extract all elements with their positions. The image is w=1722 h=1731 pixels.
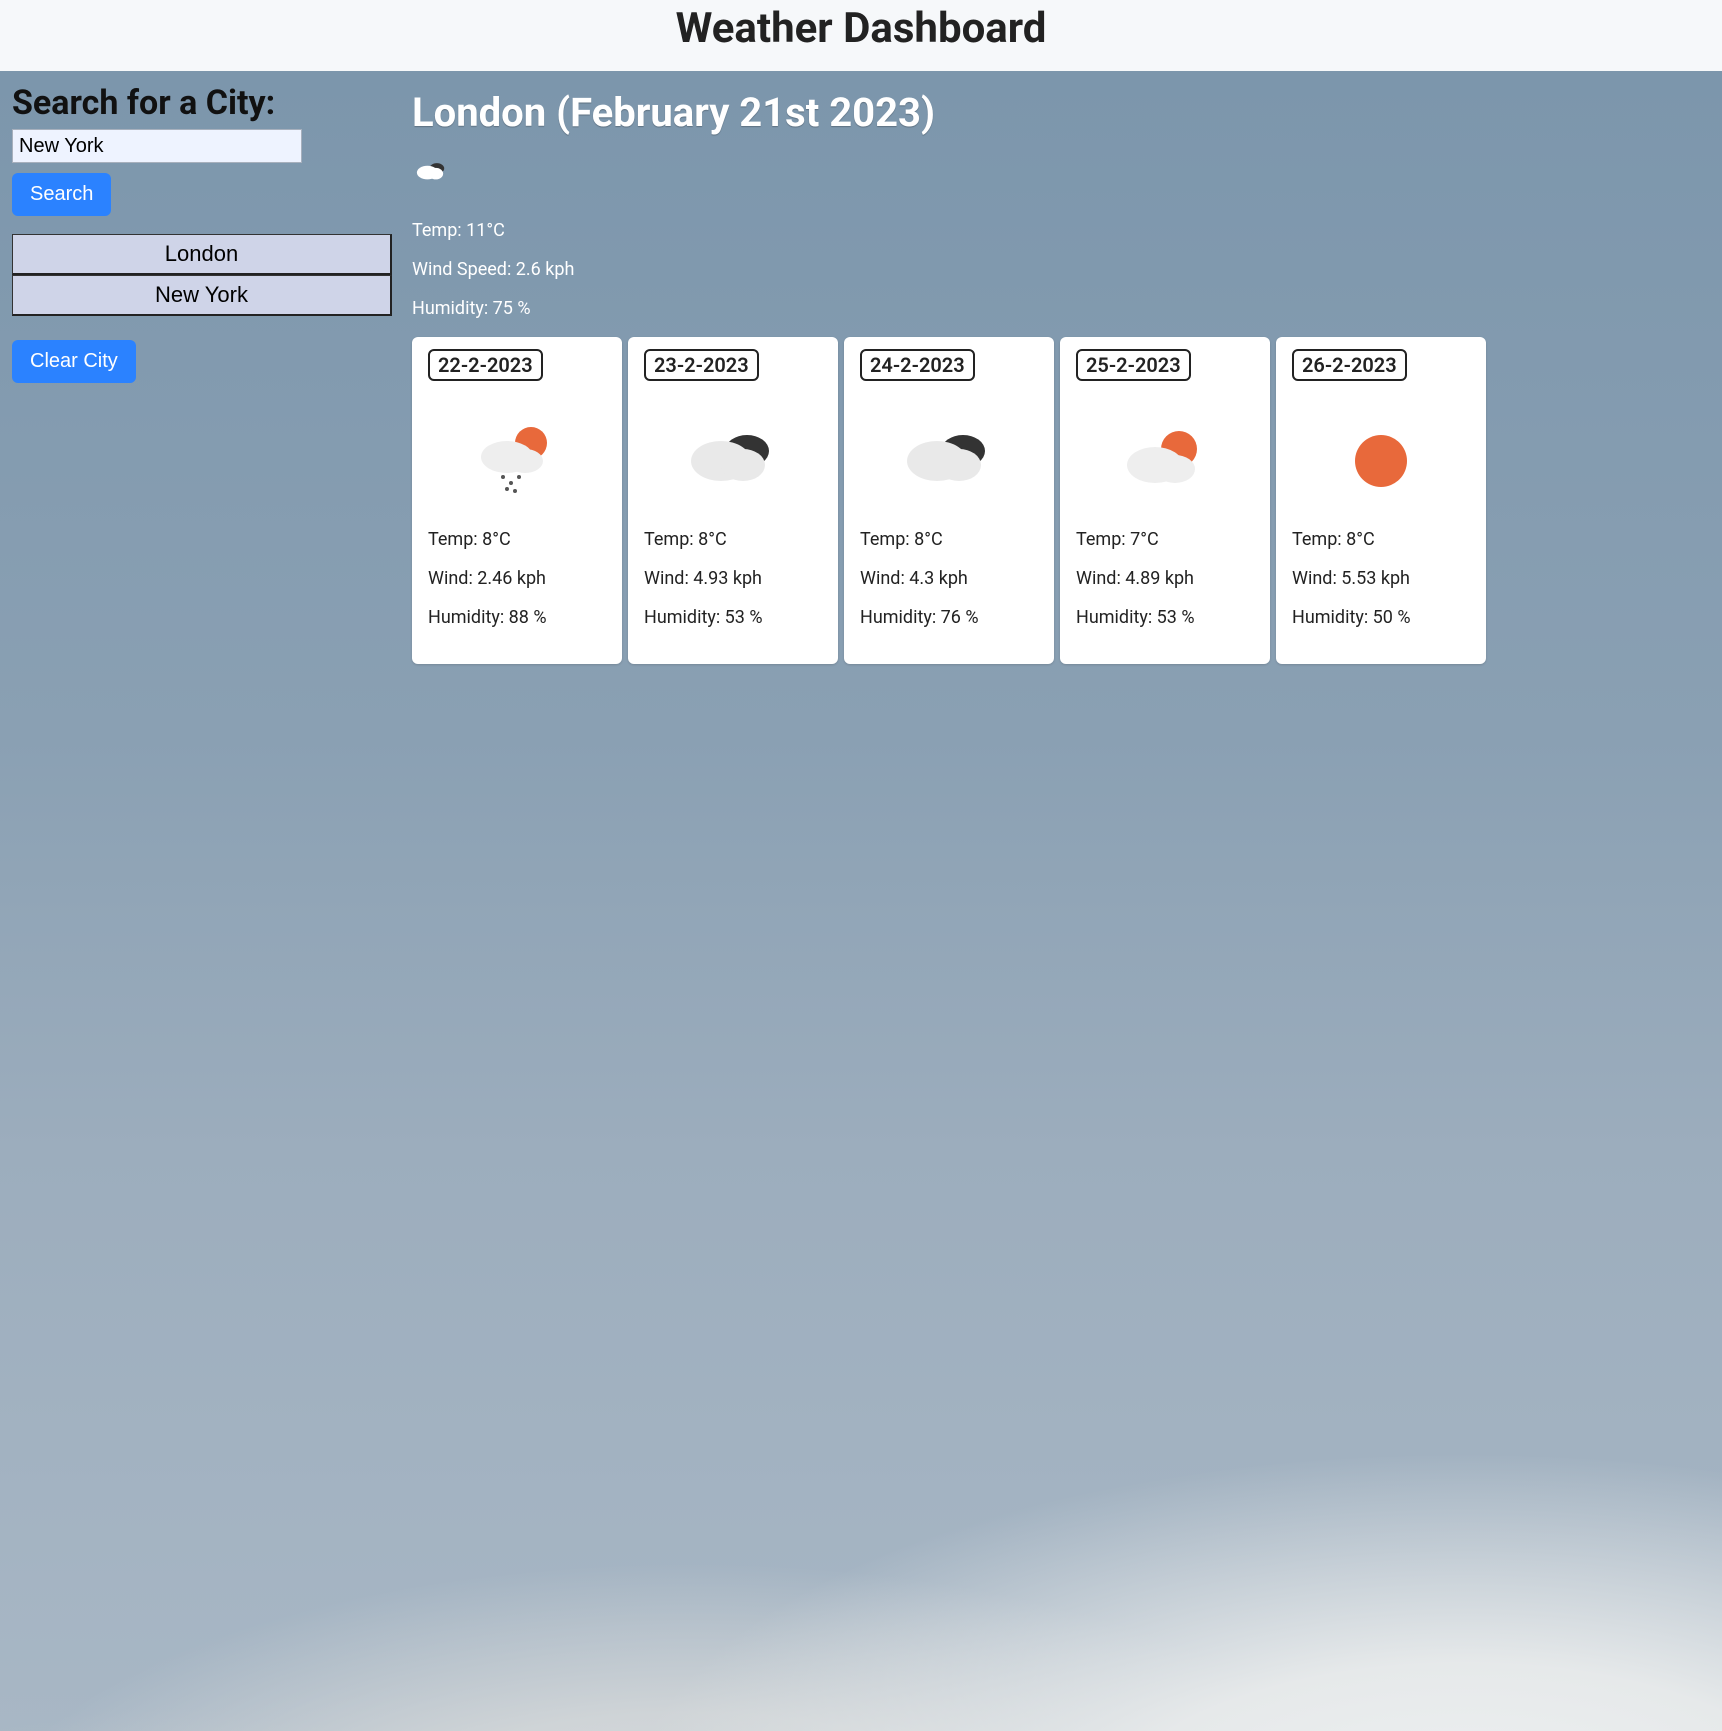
current-temp: Temp: 11°C xyxy=(412,220,1710,241)
current-title: London (February 21st 2023) xyxy=(412,89,1710,136)
city-search-input[interactable] xyxy=(12,129,302,163)
sunny-icon xyxy=(1333,421,1429,501)
forecast-wind: Wind: 4.93 kph xyxy=(644,568,822,589)
sidebar: Search for a City: Search London New Yor… xyxy=(12,83,392,664)
forecast-card: 22-2-2023 Temp: 8°C Wind: 2.46 kph Humid… xyxy=(412,337,622,664)
partly-icon xyxy=(1117,421,1213,501)
search-button[interactable]: Search xyxy=(12,173,111,216)
forecast-temp: Temp: 8°C xyxy=(644,529,822,550)
forecast-card: 23-2-2023 Temp: 8°C Wind: 4.93 kph Humid… xyxy=(628,337,838,664)
forecast-date: 23-2-2023 xyxy=(644,349,759,381)
forecast-wind: Wind: 4.89 kph xyxy=(1076,568,1254,589)
current-wind: Wind Speed: 2.6 kph xyxy=(412,259,1710,280)
app-header: Weather Dashboard xyxy=(0,0,1722,71)
forecast-temp: Temp: 8°C xyxy=(428,529,606,550)
forecast-wind: Wind: 2.46 kph xyxy=(428,568,606,589)
search-history: London New York xyxy=(12,234,392,316)
search-heading: Search for a City: xyxy=(12,83,392,123)
forecast-wind: Wind: 4.3 kph xyxy=(860,568,1038,589)
forecast-humidity: Humidity: 53 % xyxy=(1076,607,1254,628)
clear-history-button[interactable]: Clear City xyxy=(12,340,136,383)
forecast-date: 24-2-2023 xyxy=(860,349,975,381)
forecast-humidity: Humidity: 53 % xyxy=(644,607,822,628)
clouds-icon xyxy=(901,421,997,501)
forecast-wind: Wind: 5.53 kph xyxy=(1292,568,1470,589)
history-city[interactable]: London xyxy=(12,234,392,275)
sun-snow-icon xyxy=(469,421,565,501)
forecast-temp: Temp: 8°C xyxy=(1292,529,1470,550)
content: Search for a City: Search London New Yor… xyxy=(0,71,1722,1731)
forecast-date: 26-2-2023 xyxy=(1292,349,1407,381)
forecast-card: 26-2-2023 Temp: 8°C Wind: 5.53 kph Humid… xyxy=(1276,337,1486,664)
forecast-temp: Temp: 8°C xyxy=(860,529,1038,550)
forecast-humidity: Humidity: 88 % xyxy=(428,607,606,628)
current-weather: London (February 21st 2023) Temp: 11°C W… xyxy=(412,89,1710,319)
forecast-card: 24-2-2023 Temp: 8°C Wind: 4.3 kph Humidi… xyxy=(844,337,1054,664)
history-city[interactable]: New York xyxy=(12,275,392,316)
page-title: Weather Dashboard xyxy=(0,4,1722,53)
cloudy-icon xyxy=(412,160,468,202)
current-humidity: Humidity: 75 % xyxy=(412,298,1710,319)
forecast-date: 25-2-2023 xyxy=(1076,349,1191,381)
forecast-humidity: Humidity: 76 % xyxy=(860,607,1038,628)
forecast-row: 22-2-2023 Temp: 8°C Wind: 2.46 kph Humid… xyxy=(412,337,1710,664)
forecast-humidity: Humidity: 50 % xyxy=(1292,607,1470,628)
forecast-card: 25-2-2023 Temp: 7°C Wind: 4.89 kph Humid… xyxy=(1060,337,1270,664)
forecast-date: 22-2-2023 xyxy=(428,349,543,381)
forecast-temp: Temp: 7°C xyxy=(1076,529,1254,550)
results: London (February 21st 2023) Temp: 11°C W… xyxy=(412,83,1710,664)
clouds-icon xyxy=(685,421,781,501)
